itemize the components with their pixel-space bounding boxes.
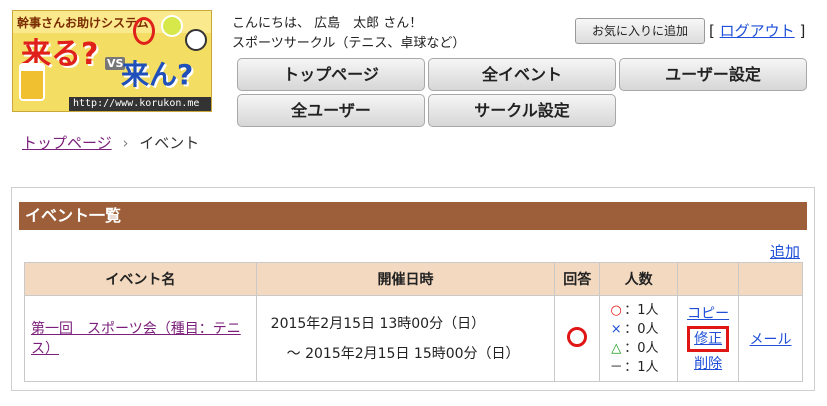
logout-link[interactable]: ログアウト [720,22,795,40]
answer-cell [554,295,601,382]
event-name-link[interactable]: 第一回 スポーツ会（種目：テニス） [31,321,241,357]
site-logo[interactable]: 幹事さんお助けシステム 来る? VS 来ん? http://www.koruko… [12,10,212,112]
cross-symbol: × [610,321,622,337]
count-attend-value: ：1人 [624,302,659,318]
count-unanswered: －：1人 [608,358,677,377]
triangle-symbol: △ [611,340,622,356]
count-maybe: △ ：0人 [608,339,677,358]
nav-all-events[interactable]: 全イベント [428,58,616,91]
user-greeting: こんにちは、 広島 太郎 さん！ スポーツサークル（テニス、卓球など） [232,14,465,54]
mail-link[interactable]: メール [750,332,792,348]
delete-link[interactable]: 削除 [694,356,722,372]
circle-name: スポーツサークル（テニス、卓球など） [232,36,466,51]
nav-all-users[interactable]: 全ユーザー [237,94,425,127]
edit-highlight: 修正 [687,325,730,352]
tennis-ball-icon [161,15,183,37]
count-absent-value: ：0人 [624,321,659,337]
actions-cell: コピー 修正 削除 [677,295,740,382]
event-list-panel: イベント一覧 追加 イベント名 開催日時 回答 人数 第一回 スポーツ会（種目：… [11,187,815,391]
nav-top-page[interactable]: トップページ [237,58,425,91]
panel-title: イベント一覧 [19,202,807,230]
mail-cell: メール [738,295,803,382]
count-cell: ○ ：1人 × ：0人 △ ：0人 －：1人 [599,295,679,382]
count-unanswered-value: ：1人 [624,359,659,375]
dash-symbol: － [609,359,623,375]
event-start: 2015年2月15日 13時00分（日） [270,315,486,332]
logout-bracket-open: [ [709,22,715,40]
column-header-event-name: イベント名 [24,262,257,296]
count-maybe-value: ：0人 [624,340,659,356]
add-event-link[interactable]: 追加 [770,241,800,262]
count-absent: × ：0人 [608,320,677,339]
column-header-count: 人数 [599,262,679,296]
count-attend: ○ ：1人 [608,301,677,320]
add-favorite-button[interactable]: お気に入りに追加 [575,18,705,44]
logo-url: http://www.korukon.me [69,97,211,111]
nav-circle-settings[interactable]: サークル設定 [428,94,616,127]
table-row: 第一回 スポーツ会（種目：テニス） 2015年2月15日 13時00分（日） ～… [24,295,803,382]
circle-symbol: ○ [610,302,622,318]
breadcrumb-home-link[interactable]: トップページ [22,134,112,152]
chevron-right-icon: › [122,134,129,152]
column-header-datetime: 開催日時 [255,262,556,296]
copy-link[interactable]: コピー [687,306,729,322]
breadcrumb-current: イベント [139,134,200,152]
nav-user-settings[interactable]: ユーザー設定 [619,58,807,91]
racket-icon [133,17,155,45]
table-header-row: イベント名 開催日時 回答 人数 [24,262,803,296]
event-table: イベント名 開催日時 回答 人数 第一回 スポーツ会（種目：テニス） 2015年… [24,262,803,382]
soccer-ball-icon [185,29,207,51]
column-header-answer: 回答 [554,262,601,296]
breadcrumb: トップページ › イベント [22,132,199,153]
event-datetime-cell: 2015年2月15日 13時00分（日） ～ 2015年2月15日 15時00分… [255,295,556,382]
logo-kon-text: 来ん? [121,58,194,91]
greeting-line: こんにちは、 広島 太郎 さん！ [232,16,423,31]
logout-bracket-close: ] [799,22,806,40]
circle-icon[interactable] [567,326,588,347]
column-header-actions [677,262,740,296]
event-name-cell: 第一回 スポーツ会（種目：テニス） [24,295,257,382]
column-header-mail [738,262,803,296]
edit-link[interactable]: 修正 [694,331,722,347]
event-end: ～ 2015年2月15日 15時00分（日） [286,345,520,362]
beer-icon [19,63,45,101]
logout-area: [ ログアウト ] [709,20,805,41]
